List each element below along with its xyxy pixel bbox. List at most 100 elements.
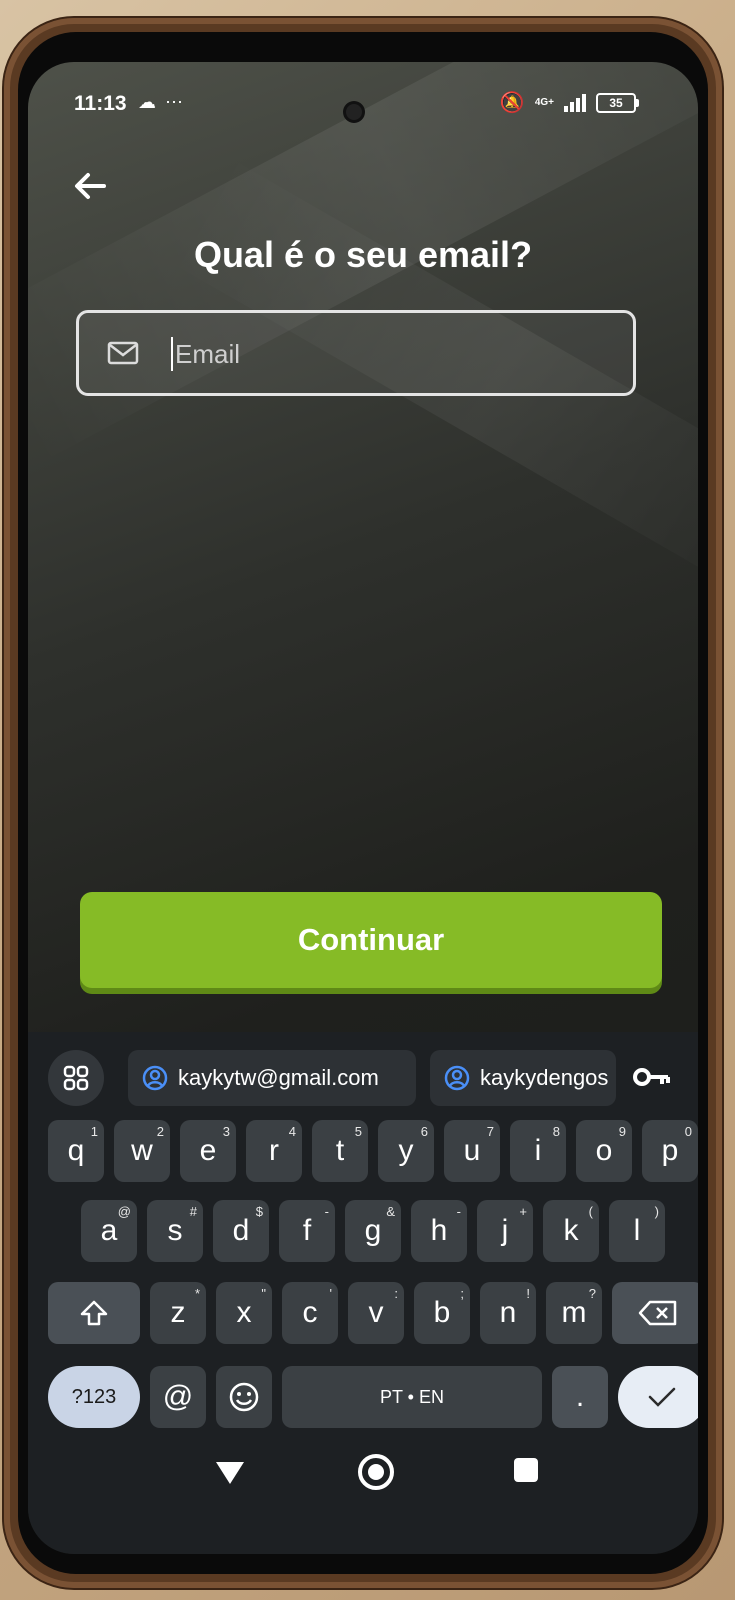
back-arrow-icon[interactable] [70,166,110,206]
emoji-icon [229,1382,259,1412]
key-r[interactable]: r4 [246,1120,302,1182]
key-label: g [364,1214,382,1247]
keyboard-row-1: q1w2e3r4t5y6u7i8o9p0 [28,1120,698,1184]
person-icon [444,1065,470,1091]
key-label: p [661,1134,679,1167]
backspace-key[interactable] [612,1282,698,1344]
key-v[interactable]: v: [348,1282,404,1344]
emoji-key[interactable] [216,1366,272,1428]
phone-bezel: 11:13 ☁ ⋯ 🔕 4G+ 35 Qual é o seu email? E… [18,32,708,1574]
period-key[interactable]: . [552,1366,608,1428]
email-field[interactable] [76,310,636,396]
key-label: f [302,1214,312,1247]
enter-key[interactable] [618,1366,698,1428]
key-alt-label: - [456,1204,461,1219]
key-w[interactable]: w2 [114,1120,170,1182]
key-o[interactable]: o9 [576,1120,632,1182]
mail-icon [107,341,139,365]
signal-icon [564,93,586,112]
key-h[interactable]: h- [411,1200,467,1262]
key-c[interactable]: c ' [282,1282,338,1344]
key-label: a [100,1214,118,1247]
key-label: e [199,1134,217,1167]
keyboard-row-4: ?123 @ PT • EN . [28,1366,698,1430]
key-alt-label: ( [588,1204,593,1219]
status-time: 11:13 [74,92,127,115]
key-label: u [463,1134,481,1167]
network-label: 4G+ [534,96,554,108]
space-key[interactable]: PT • EN [282,1366,542,1428]
at-key[interactable]: @ [150,1366,206,1428]
key-alt-label: @ [117,1204,131,1219]
key-b[interactable]: b; [414,1282,470,1344]
keyboard-row-2: a @ s # d $ f - g & h - j + k(l) [28,1200,698,1264]
email-suggestion-chip[interactable]: kaykytw@gmail.com [128,1050,416,1106]
email-input[interactable] [173,331,617,377]
key-alt-label: ' [329,1286,332,1301]
key-a[interactable]: a @ [81,1200,137,1262]
key-x[interactable]: x " [216,1282,272,1344]
shift-icon [80,1300,108,1326]
key-alt-label: ) [654,1204,659,1219]
mute-icon: 🔕 [499,92,525,114]
key-l[interactable]: l) [609,1200,665,1262]
symbols-key[interactable]: ?123 [48,1366,140,1428]
key-alt-label: " [261,1286,266,1301]
key-z[interactable]: z * [150,1282,206,1344]
password-key-icon[interactable] [632,1062,672,1092]
key-label: l [633,1214,641,1247]
key-label: b [433,1296,451,1329]
nav-home-icon[interactable] [358,1454,394,1490]
status-icons-right: 🔕 4G+ 35 [499,90,639,115]
screen: 11:13 ☁ ⋯ 🔕 4G+ 35 Qual é o seu email? E… [28,62,698,1554]
key-e[interactable]: e3 [180,1120,236,1182]
key-label: w [131,1134,153,1167]
key-u[interactable]: u7 [444,1120,500,1182]
key-alt-label: * [194,1286,200,1301]
key-label: t [335,1134,345,1167]
key-alt-label: + [519,1204,527,1219]
key-label: h [430,1214,448,1247]
email-suggestion-chip[interactable]: kaykydengos [430,1050,616,1106]
key-m[interactable]: m? [546,1282,602,1344]
key-i[interactable]: i8 [510,1120,566,1182]
person-icon [142,1065,168,1091]
key-label: x [236,1296,252,1329]
key-k[interactable]: k( [543,1200,599,1262]
key-g[interactable]: g & [345,1200,401,1262]
key-label: y [398,1134,414,1167]
key-f[interactable]: f- [279,1200,335,1262]
key-y[interactable]: y6 [378,1120,434,1182]
key-alt-label: 7 [486,1124,494,1139]
key-p[interactable]: p0 [642,1120,698,1182]
key-label: k [563,1214,579,1247]
key-d[interactable]: d $ [213,1200,269,1262]
key-alt-label: # [189,1204,197,1219]
key-label: s [167,1214,183,1247]
front-camera [346,104,362,120]
key-j[interactable]: j + [477,1200,533,1262]
nav-back-icon[interactable] [216,1462,244,1484]
continue-button[interactable]: Continuar [80,892,662,988]
key-label: d [232,1214,250,1247]
key-label: i [534,1134,542,1167]
shift-key[interactable] [48,1282,140,1344]
key-t[interactable]: t5 [312,1120,368,1182]
key-alt-label: 6 [420,1124,428,1139]
key-label: q [67,1134,85,1167]
keyboard-row-3: z * x " c ' v: b; n! m? [28,1282,698,1346]
key-label: c [302,1296,318,1329]
key-label: o [595,1134,613,1167]
key-alt-label: ! [526,1286,530,1301]
key-q[interactable]: q1 [48,1120,104,1182]
key-alt-label: & [386,1204,395,1219]
key-label: n [499,1296,517,1329]
keyboard-apps-button[interactable] [48,1050,104,1106]
keyboard: kaykytw@gmail.com kaykydengos q 1 w 2 e … [28,1032,698,1554]
status-bar: 11:13 ☁ ⋯ 🔕 4G+ 35 [28,62,698,132]
key-s[interactable]: s # [147,1200,203,1262]
notification-icons: ☁ ⋯ [138,92,186,112]
key-n[interactable]: n! [480,1282,536,1344]
nav-recents-icon[interactable] [514,1458,538,1482]
key-alt-label: 8 [552,1124,560,1139]
